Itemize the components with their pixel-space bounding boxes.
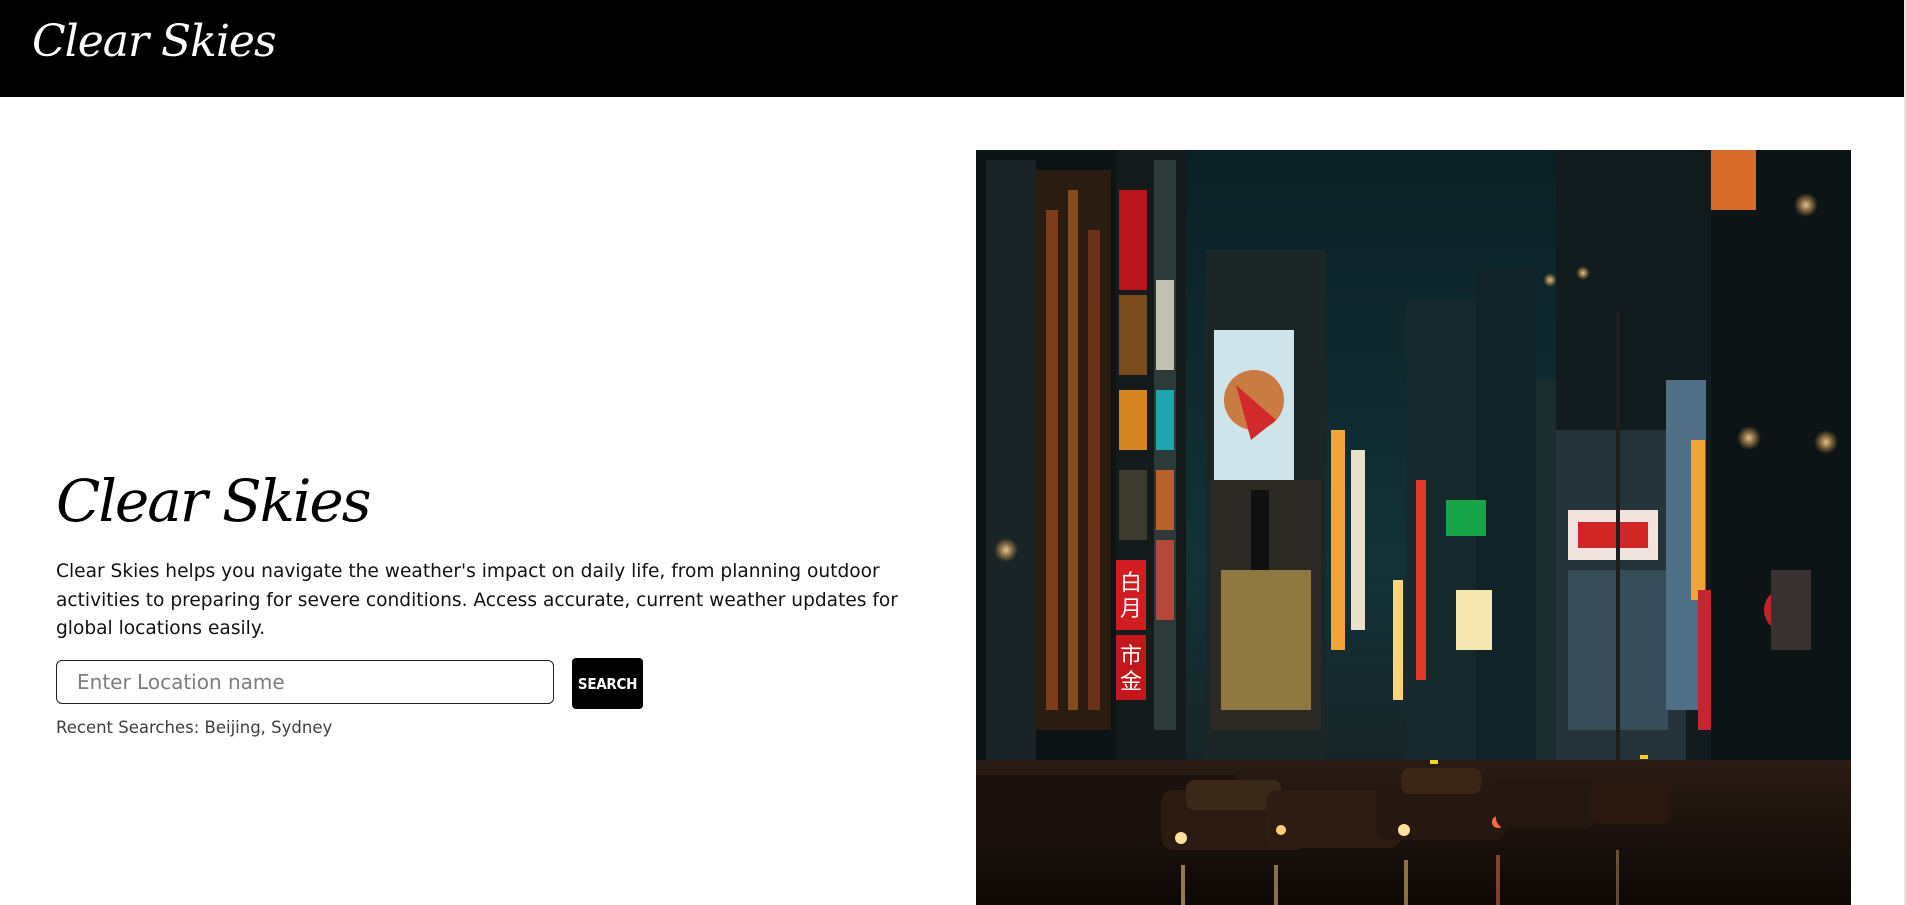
city-night-image: 白 月 市 金 — [976, 150, 1851, 905]
sign-char-4: 金 — [1120, 670, 1142, 695]
sign-char-1: 白 — [1120, 571, 1142, 596]
sign-char-3: 市 — [1120, 644, 1142, 669]
navbar: Clear Skies — [0, 0, 1904, 97]
location-search-input[interactable] — [56, 660, 554, 704]
recent-searches: Recent Searches: Beijing, Sydney — [56, 718, 333, 737]
search-button[interactable]: SEARCH — [572, 658, 643, 709]
hero-description: Clear Skies helps you navigate the weath… — [56, 561, 898, 639]
hero-title: Clear Skies — [56, 467, 372, 535]
sign-char-2: 月 — [1120, 597, 1142, 622]
brand-logo[interactable]: Clear Skies — [32, 8, 277, 76]
